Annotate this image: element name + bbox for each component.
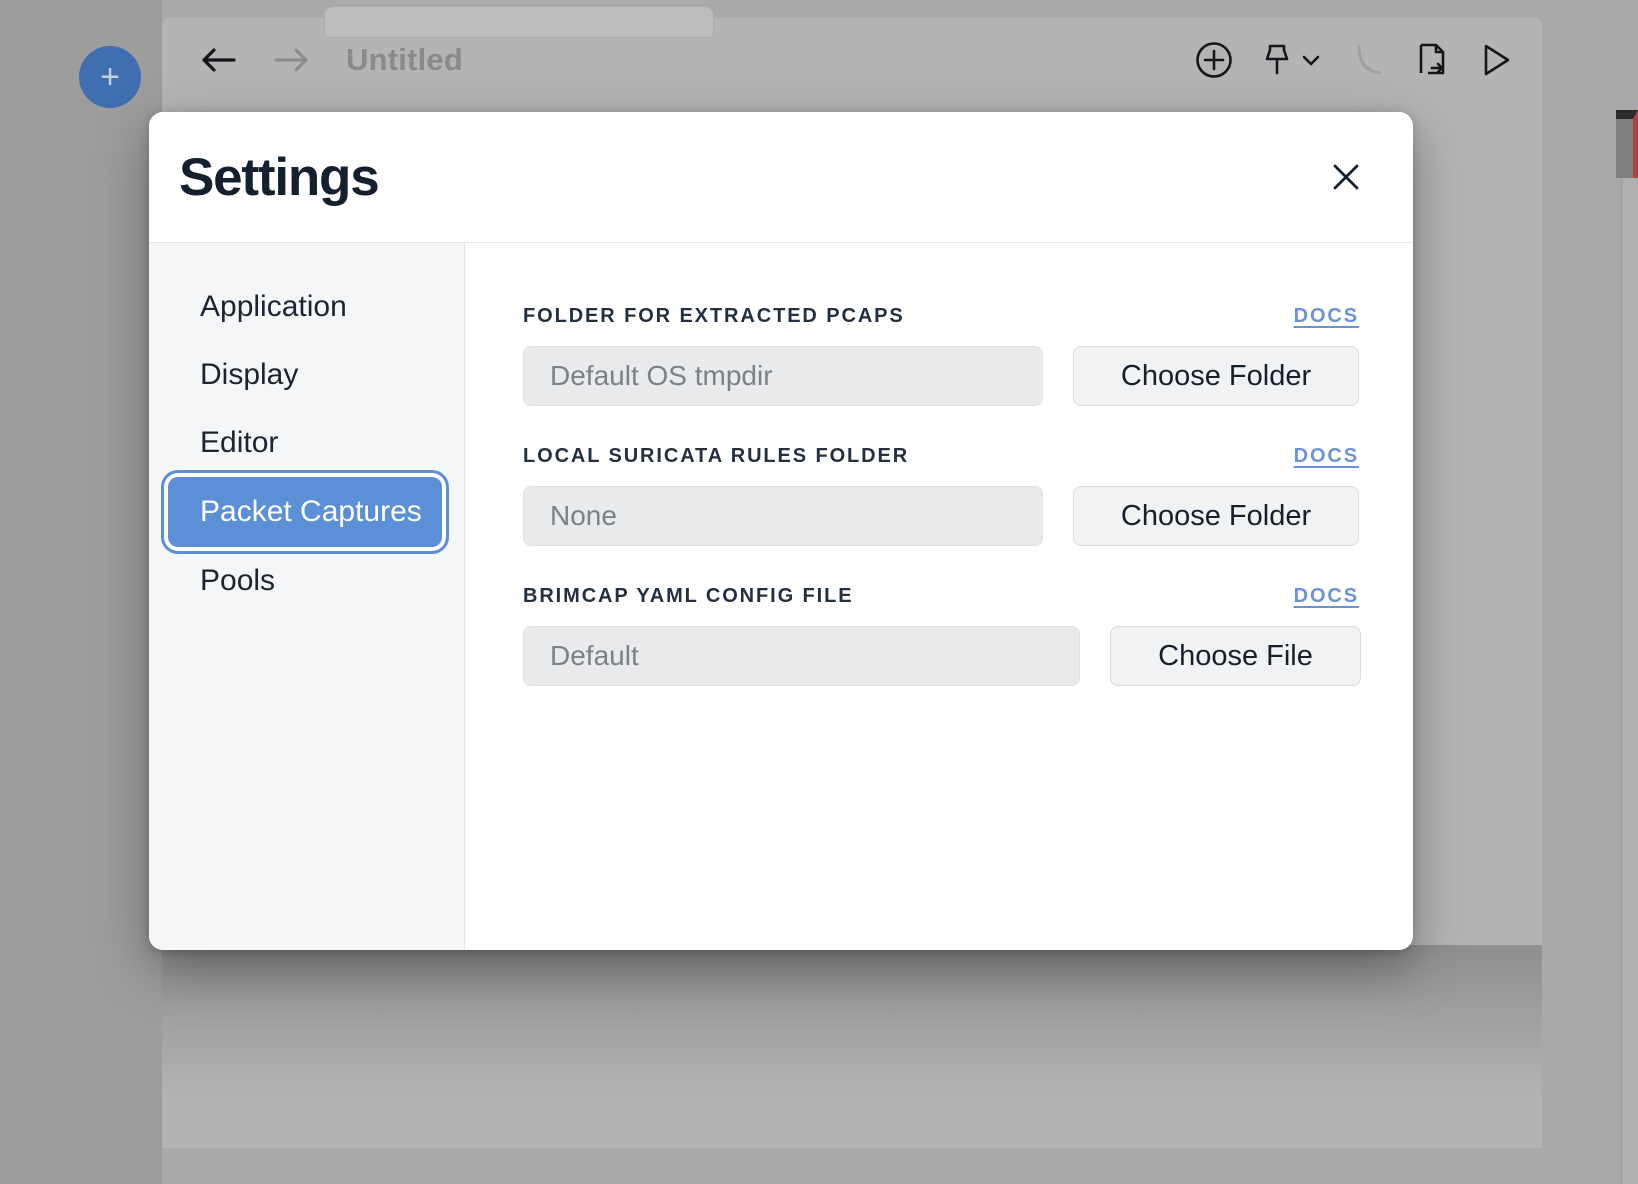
sidebar-item-display[interactable]: Display	[149, 341, 464, 409]
nav-back-button[interactable]	[192, 33, 246, 87]
pin-menu-button[interactable]	[1260, 40, 1324, 80]
sidebar-item-pools[interactable]: Pools	[149, 547, 464, 615]
plus-circle-icon[interactable]	[1194, 40, 1234, 80]
extracted-pcaps-input[interactable]: Default OS tmpdir	[523, 346, 1043, 406]
arrow-left-icon	[202, 48, 236, 72]
close-icon	[1333, 164, 1359, 190]
settings-dialog: Settings Application Display Editor Pack…	[149, 112, 1413, 950]
sidebar-item-editor[interactable]: Editor	[149, 409, 464, 477]
dialog-body: Application Display Editor Packet Captur…	[149, 243, 1413, 950]
setting-label: Folder for extracted PCAPs	[523, 305, 905, 327]
setting-group-extracted-pcaps: Folder for extracted PCAPs DOCS Default …	[523, 305, 1361, 406]
content-shade	[162, 945, 1542, 1148]
choose-folder-button-pcaps[interactable]: Choose Folder	[1073, 346, 1359, 406]
setting-group-head: Brimcap YAML config file DOCS	[523, 585, 1361, 608]
setting-group-suricata-rules: Local Suricata rules folder DOCS None Ch…	[523, 445, 1361, 546]
file-export-icon[interactable]	[1414, 39, 1450, 81]
pin-icon	[1265, 44, 1289, 75]
setting-label: Local Suricata rules folder	[523, 445, 910, 467]
run-play-icon[interactable]	[1476, 39, 1516, 81]
sidebar-item-label: Editor	[200, 426, 279, 459]
right-edge-panel-lower	[1621, 178, 1638, 1184]
docs-link[interactable]: DOCS	[1294, 585, 1359, 608]
docs-link[interactable]: DOCS	[1294, 445, 1359, 468]
sidebar-item-label: Packet Captures	[200, 495, 422, 528]
chevron-down-icon	[1302, 55, 1320, 66]
setting-row: None Choose Folder	[523, 486, 1361, 546]
toolbar: Untitled	[162, 18, 1542, 102]
nav-forward-button[interactable]	[264, 33, 318, 87]
page-title: Settings	[179, 147, 380, 207]
choose-file-button-brimcap[interactable]: Choose File	[1110, 626, 1361, 686]
settings-sidebar: Application Display Editor Packet Captur…	[149, 243, 465, 950]
toolbar-actions	[1194, 39, 1516, 81]
plus-icon: +	[100, 58, 120, 96]
setting-label: Brimcap YAML config file	[523, 585, 854, 607]
choose-folder-button-suricata[interactable]: Choose Folder	[1073, 486, 1359, 546]
settings-main: Folder for extracted PCAPs DOCS Default …	[465, 243, 1413, 950]
dialog-header: Settings	[149, 112, 1413, 243]
sidebar-item-packet-captures[interactable]: Packet Captures	[168, 477, 442, 547]
close-button[interactable]	[1323, 154, 1369, 200]
sidebar-item-label: Application	[200, 290, 347, 323]
right-edge-panel	[1616, 110, 1638, 178]
desktop-left-strip	[0, 0, 162, 1184]
setting-group-head: Folder for extracted PCAPs DOCS	[523, 305, 1361, 328]
docs-link[interactable]: DOCS	[1294, 305, 1359, 328]
sidebar-item-label: Display	[200, 358, 299, 391]
new-tab-button[interactable]: +	[79, 46, 141, 108]
sidebar-item-application[interactable]: Application	[149, 273, 464, 341]
setting-row: Default Choose File	[523, 626, 1361, 686]
setting-group-brimcap-yaml: Brimcap YAML config file DOCS Default Ch…	[523, 585, 1361, 686]
setting-group-head: Local Suricata rules folder DOCS	[523, 445, 1361, 468]
wireshark-fin-icon	[1350, 39, 1388, 81]
suricata-rules-input[interactable]: None	[523, 486, 1043, 546]
window-title: Untitled	[346, 42, 463, 77]
arrow-right-icon	[274, 48, 308, 72]
sidebar-item-label: Pools	[200, 564, 276, 597]
brimcap-yaml-input[interactable]: Default	[523, 626, 1080, 686]
setting-row: Default OS tmpdir Choose Folder	[523, 346, 1361, 406]
